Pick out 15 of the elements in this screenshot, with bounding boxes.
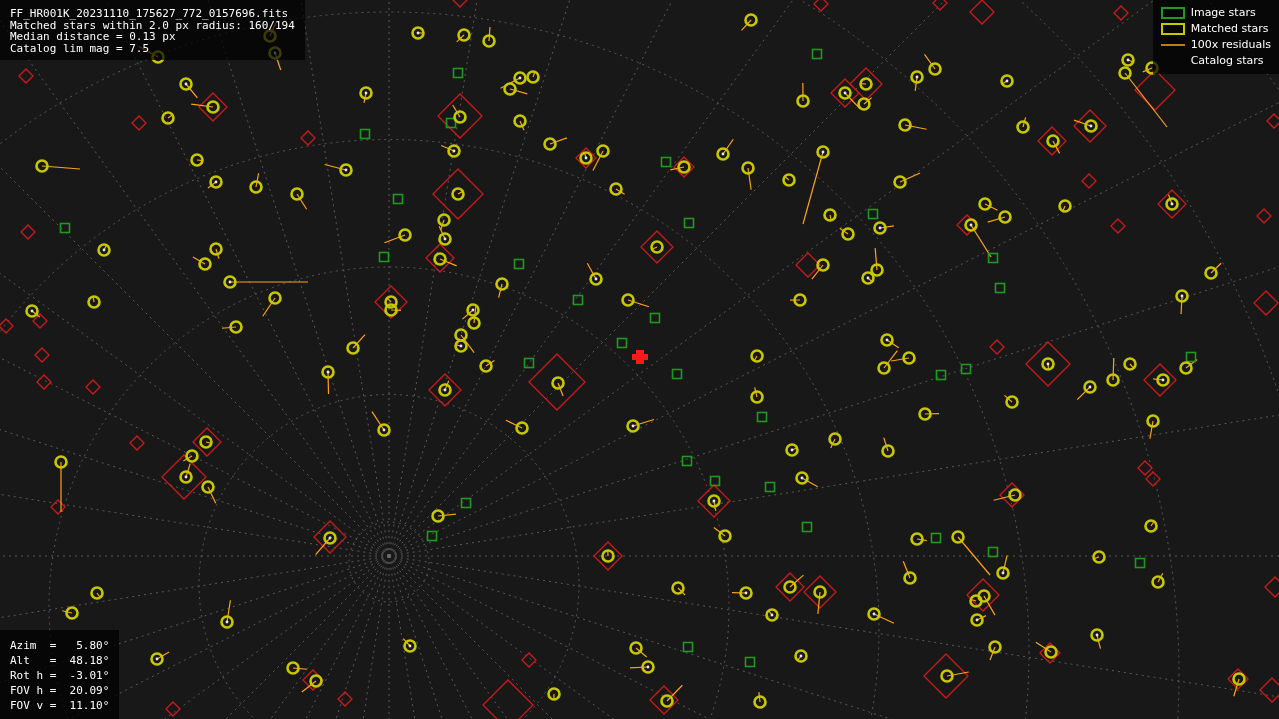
info-text: Matched stars within 2.0 px radius: 160/194 — [10, 19, 295, 31]
square-icon — [1160, 23, 1185, 35]
info-text: Median distance = 0.13 px — [10, 31, 176, 43]
legend-label: Catalog stars — [1190, 54, 1264, 68]
pointing-text: Rot h = -3.01° — [10, 668, 110, 683]
pointing-text: Alt = 48.18° — [10, 653, 110, 668]
square-icon — [1160, 7, 1185, 19]
pointing-text: Azim = 5.80° — [10, 638, 110, 653]
pointing-text: FOV h = 20.09° — [10, 683, 110, 698]
legend-label: Matched stars — [1190, 22, 1269, 36]
info-text: Catalog lim mag = 7.5 — [10, 42, 151, 54]
legend-label: 100x residuals — [1190, 38, 1271, 52]
pointing-text: FOV v = 11.10° — [10, 698, 110, 713]
legend-label: Image stars — [1190, 6, 1256, 20]
info-text: FF_HR001K_20231110_175627_772_0157696.fits — [10, 8, 290, 20]
